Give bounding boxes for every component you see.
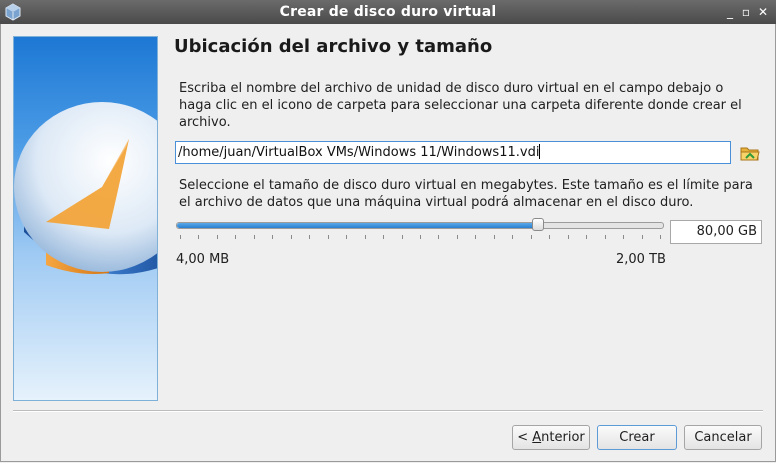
slider-tick: [420, 235, 421, 239]
window-title: Crear de disco duro virtual: [279, 4, 497, 20]
slider-tick: [309, 235, 310, 239]
slider-tick: [642, 235, 643, 239]
slider-tick: [475, 235, 476, 239]
page-heading: Ubicación del archivo y tamaño: [174, 36, 493, 57]
slider-tick: [586, 235, 587, 239]
slider-tick: [328, 235, 329, 239]
minimize-button[interactable]: _: [722, 4, 738, 20]
slider-tick: [235, 235, 236, 239]
maximize-button[interactable]: ▫: [738, 4, 754, 20]
close-button[interactable]: ✕: [755, 4, 771, 20]
slider-tick: [623, 235, 624, 239]
back-prefix: <: [517, 430, 533, 445]
back-rest: nterior: [541, 430, 585, 445]
back-mnemonic: A: [532, 430, 542, 445]
file-path-input[interactable]: /home/juan/VirtualBox VMs/Windows 11/Win…: [175, 141, 731, 164]
slider-tick: [383, 235, 384, 239]
slider-tick: [438, 235, 439, 239]
location-description: Escriba el nombre del archivo de unidad …: [179, 81, 742, 130]
slider-tick: [291, 235, 292, 239]
cancel-button[interactable]: Cancelar: [684, 425, 762, 450]
slider-tick: [180, 235, 181, 239]
back-button[interactable]: < Anterior: [512, 425, 590, 450]
text-caret: [539, 144, 541, 159]
slider-tick: [494, 235, 495, 239]
size-slider-fill: [177, 223, 539, 228]
slider-tick: [568, 235, 569, 239]
slider-tick: [549, 235, 550, 239]
slider-tick: [402, 235, 403, 239]
size-description: Seleccione el tamaño de disco duro virtu…: [179, 178, 753, 210]
slider-tick: [512, 235, 513, 239]
slider-tick: [660, 235, 661, 239]
file-path-value: /home/juan/VirtualBox VMs/Windows 11/Win…: [178, 145, 540, 160]
slider-tick: [198, 235, 199, 239]
folder-open-icon[interactable]: [740, 144, 760, 162]
slider-tick: [457, 235, 458, 239]
size-slider-ticks: [176, 235, 664, 240]
size-slider-track[interactable]: [176, 222, 664, 229]
hard-disk-illustration-icon: [14, 102, 157, 275]
size-min-label: 4,00 MB: [176, 252, 230, 267]
slider-tick: [346, 235, 347, 239]
create-button[interactable]: Crear: [597, 425, 677, 450]
slider-tick: [272, 235, 273, 239]
size-slider-handle[interactable]: [532, 218, 544, 231]
button-separator: [13, 410, 763, 412]
slider-tick: [254, 235, 255, 239]
wizard-side-image: [13, 36, 158, 401]
title-bar: Crear de disco duro virtual _ ▫ ✕: [0, 0, 776, 24]
slider-tick: [365, 235, 366, 239]
slider-tick: [217, 235, 218, 239]
slider-tick: [531, 235, 532, 239]
size-input[interactable]: 80,00 GB: [670, 220, 762, 244]
slider-tick: [605, 235, 606, 239]
size-max-label: 2,00 TB: [616, 252, 666, 267]
